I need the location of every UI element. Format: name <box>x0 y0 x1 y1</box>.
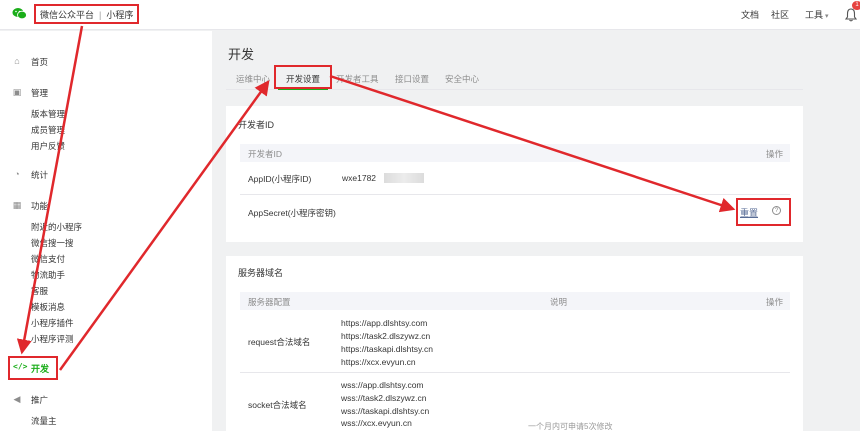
sidebar-item-home[interactable]: 首页 <box>31 56 48 68</box>
top-bar: 微信公众平台 | 小程序 文档 社区 工具 ▾ 1 <box>0 0 860 30</box>
th-developer-id: 开发者ID <box>248 149 283 159</box>
tab-ops-center[interactable]: 运维中心 <box>236 73 270 85</box>
manage-icon: ▣ <box>12 87 22 97</box>
th-action: 操作 <box>766 149 784 159</box>
appsecret-label: AppSecret(小程序密钥) <box>248 208 336 218</box>
sidebar-item-service[interactable]: 客服 <box>31 285 48 297</box>
th-action: 操作 <box>766 297 784 307</box>
sidebar-item-traffic[interactable]: 流量主 <box>31 415 57 427</box>
page-title: 开发 <box>228 47 255 62</box>
sidebar-item-template[interactable]: 模板消息 <box>31 301 65 313</box>
brand-name: 微信公众平台 <box>40 10 95 20</box>
tab-dev-tools[interactable]: 开发者工具 <box>336 73 379 85</box>
brand-title[interactable]: 微信公众平台 | 小程序 <box>34 4 140 24</box>
tab-api-settings[interactable]: 接口设置 <box>395 73 429 85</box>
sidebar-section-manage: 管理 <box>31 88 49 98</box>
sidebar-item-version[interactable]: 版本管理 <box>31 108 65 120</box>
row-divider <box>240 194 790 195</box>
request-domain-item: https://task2.dlszywz.cn <box>341 331 431 341</box>
sidebar-item-logistics[interactable]: 物流助手 <box>31 269 65 281</box>
socket-domain-item: wss://task2.dlszywz.cn <box>341 393 427 403</box>
server-domain-table-header: 服务器配置 说明 操作 <box>240 292 790 310</box>
nav-community-link[interactable]: 社区 <box>771 8 789 21</box>
request-domain-item: https://xcx.evyun.cn <box>341 357 416 367</box>
bell-icon[interactable] <box>845 8 857 22</box>
product-name: 小程序 <box>106 10 134 20</box>
nav-tools-menu[interactable]: 工具 ▾ <box>805 8 829 21</box>
brand-separator: | <box>99 10 102 20</box>
megaphone-icon: ◀ <box>13 394 21 404</box>
socket-domain-item: wss://xcx.evyun.cn <box>341 418 412 428</box>
developer-id-card: 开发者ID 开发者ID 操作 AppID(小程序ID) wxe1782 AppS… <box>226 106 803 242</box>
row-divider <box>240 372 790 373</box>
socket-domain-item: wss://taskapi.dlshtsy.cn <box>341 406 430 416</box>
wechat-logo-icon <box>12 8 27 20</box>
help-icon[interactable]: ? <box>772 206 781 215</box>
home-icon: ⌂ <box>14 56 20 66</box>
stats-icon: ◔ <box>14 169 20 179</box>
server-domain-title: 服务器域名 <box>238 268 284 278</box>
socket-domain-label: socket合法域名 <box>248 400 307 410</box>
server-domain-card: 服务器域名 服务器配置 说明 操作 request合法域名 socket合法域名 <box>226 256 803 431</box>
sidebar-item-pay[interactable]: 微信支付 <box>31 253 65 265</box>
sidebar-item-develop[interactable]: </> 开发 <box>8 356 58 380</box>
features-icon: ▦ <box>12 200 22 210</box>
developer-id-table-header: 开发者ID 操作 <box>240 144 790 162</box>
request-domain-label: request合法域名 <box>248 337 311 347</box>
nav-docs-link[interactable]: 文档 <box>741 8 759 21</box>
sidebar-item-stats[interactable]: 统计 <box>31 169 48 181</box>
modify-limit-note: 一个月内可申请5次修改 <box>528 422 613 431</box>
developer-id-title: 开发者ID <box>238 120 275 130</box>
code-icon: </> <box>13 362 28 371</box>
chevron-down-icon: ▾ <box>825 13 829 20</box>
th-description: 说明 <box>550 297 568 307</box>
request-domain-item: https://app.dlshtsy.com <box>341 318 428 328</box>
nav-tools-label: 工具 <box>805 10 824 20</box>
annotation-box-tab <box>274 65 332 89</box>
sidebar-item-members[interactable]: 成员管理 <box>31 124 65 136</box>
sidebar-section-features: 功能 <box>31 201 49 211</box>
appid-label: AppID(小程序ID) <box>248 174 312 184</box>
tab-security[interactable]: 安全中心 <box>445 73 479 85</box>
reset-secret-link[interactable]: 重置 <box>740 206 758 219</box>
socket-domain-item: wss://app.dlshtsy.com <box>341 380 424 390</box>
th-server-config: 服务器配置 <box>248 297 291 307</box>
sidebar-item-search[interactable]: 微信搜一搜 <box>31 237 74 249</box>
sidebar-item-plugin[interactable]: 小程序插件 <box>31 317 74 329</box>
appid-redacted <box>384 173 424 183</box>
sidebar-item-feedback[interactable]: 用户反馈 <box>31 140 65 152</box>
sidebar-section-promote: 推广 <box>31 395 49 405</box>
sidebar-item-nearby[interactable]: 附近的小程序 <box>31 221 82 233</box>
sidebar-item-develop-label: 开发 <box>31 364 50 374</box>
notification-badge: 1 <box>852 1 860 10</box>
request-domain-item: https://taskapi.dlshtsy.cn <box>341 344 433 354</box>
appid-value: wxe1782 <box>342 173 377 183</box>
sidebar-item-review[interactable]: 小程序评测 <box>31 333 74 345</box>
